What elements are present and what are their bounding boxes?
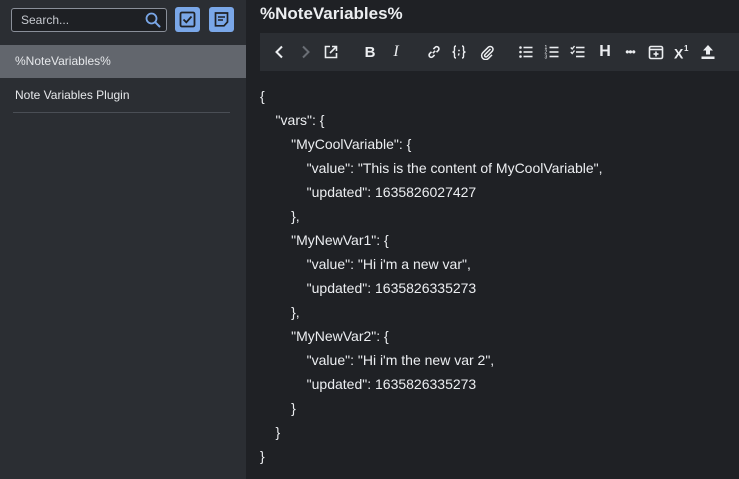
note-icon	[214, 12, 229, 27]
code-line: "value": "Hi i'm the new var 2",	[260, 352, 495, 368]
code-line: "vars": {	[260, 112, 325, 128]
code-line: "MyCoolVariable": {	[260, 136, 412, 152]
svg-text:X: X	[674, 46, 684, 61]
code-line: "updated": 1635826335273	[260, 376, 477, 392]
code-line: "value": "This is the content of MyCoolV…	[260, 160, 603, 176]
new-todo-button[interactable]	[175, 7, 200, 32]
editor-toolbar: B I 1 2 3 H ••• X 1	[260, 33, 739, 71]
code-line: },	[260, 304, 300, 320]
superscript-icon[interactable]: X 1	[672, 42, 692, 62]
search-input[interactable]	[12, 9, 142, 31]
svg-text:3: 3	[545, 54, 548, 60]
bold-button[interactable]: B	[360, 42, 380, 62]
link-icon[interactable]	[424, 42, 444, 62]
new-note-button[interactable]	[209, 7, 234, 32]
note-list-item[interactable]: %NoteVariables%	[0, 45, 246, 78]
sidebar: %NoteVariables% Note Variables Plugin	[0, 0, 246, 479]
upload-icon[interactable]	[698, 42, 718, 62]
checkbox-icon	[179, 11, 196, 28]
code-line: },	[260, 208, 300, 224]
code-icon[interactable]	[449, 42, 469, 62]
numbered-list-icon[interactable]: 1 2 3	[542, 42, 562, 62]
forward-icon[interactable]	[295, 42, 315, 62]
svg-text:1: 1	[684, 44, 689, 53]
note-title[interactable]: %NoteVariables%	[260, 4, 403, 24]
heading-button[interactable]: H	[595, 42, 615, 62]
bulleted-list-icon[interactable]	[516, 42, 536, 62]
code-line: "MyNewVar1": {	[260, 232, 389, 248]
italic-button[interactable]: I	[386, 42, 406, 62]
code-line: }	[260, 448, 265, 464]
horizontal-rule-button[interactable]: •••	[620, 42, 640, 62]
code-line: "updated": 1635826027427	[260, 184, 477, 200]
back-icon[interactable]	[270, 42, 290, 62]
external-editor-icon[interactable]	[321, 42, 341, 62]
divider	[13, 112, 230, 113]
code-line: }	[260, 424, 281, 440]
code-line: }	[260, 400, 296, 416]
note-list-item[interactable]: Note Variables Plugin	[0, 79, 246, 112]
code-line: "updated": 1635826335273	[260, 280, 477, 296]
code-line: {	[260, 88, 265, 104]
editor-pane: %NoteVariables% B I 1 2 3 H ••• X 1 {"v…	[246, 0, 739, 479]
attachment-icon[interactable]	[477, 42, 497, 62]
search-icon[interactable]	[145, 12, 161, 28]
insert-date-icon[interactable]	[646, 42, 666, 62]
code-line: "MyNewVar2": {	[260, 328, 389, 344]
checklist-icon[interactable]	[568, 42, 588, 62]
search-box[interactable]	[11, 8, 167, 32]
code-line: "value": "Hi i'm a new var",	[260, 256, 471, 272]
